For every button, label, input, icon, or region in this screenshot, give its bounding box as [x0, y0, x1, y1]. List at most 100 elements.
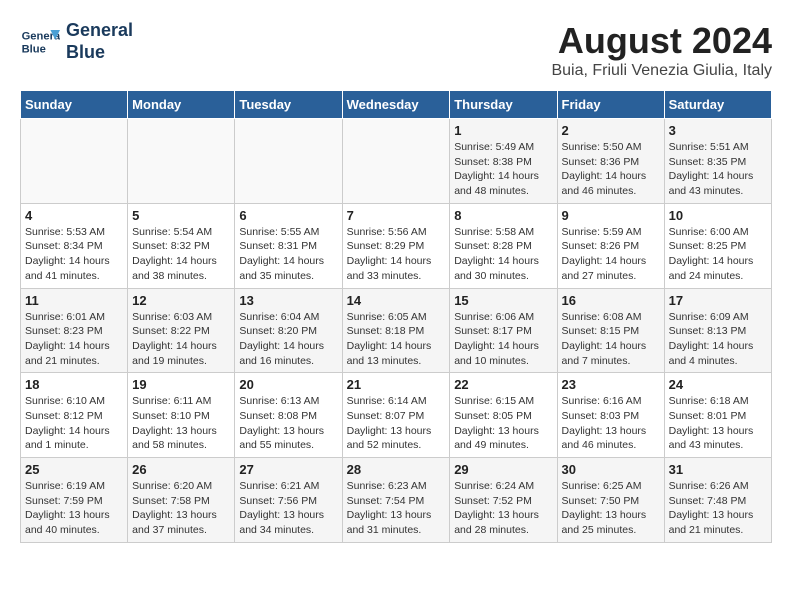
day-info: Sunrise: 6:19 AM Sunset: 7:59 PM Dayligh… [25, 479, 123, 538]
day-number: 8 [454, 208, 552, 223]
day-info: Sunrise: 6:04 AM Sunset: 8:20 PM Dayligh… [239, 310, 337, 369]
day-info: Sunrise: 6:23 AM Sunset: 7:54 PM Dayligh… [347, 479, 446, 538]
day-cell: 11Sunrise: 6:01 AM Sunset: 8:23 PM Dayli… [21, 288, 128, 373]
day-info: Sunrise: 6:00 AM Sunset: 8:25 PM Dayligh… [669, 225, 767, 284]
logo-text: GeneralBlue [66, 20, 133, 63]
day-cell: 7 Sunrise: 5:56 AM Sunset: 8:29 PM Daylig… [342, 203, 450, 288]
main-title: August 2024 [551, 20, 772, 62]
day-cell: 23Sunrise: 6:16 AM Sunset: 8:03 PM Dayli… [557, 373, 664, 458]
day-number: 20 [239, 377, 337, 392]
day-number: 19 [132, 377, 230, 392]
day-number: 7 [347, 208, 446, 223]
day-info: Sunrise: 6:11 AM Sunset: 8:10 PM Dayligh… [132, 394, 230, 453]
day-number: 26 [132, 462, 230, 477]
day-cell [21, 119, 128, 204]
day-cell: 25 Sunrise: 6:19 AM Sunset: 7:59 PM Dayli… [21, 458, 128, 543]
day-number: 17 [669, 293, 767, 308]
day-number: 30 [562, 462, 660, 477]
day-info: Sunrise: 6:09 AM Sunset: 8:13 PM Dayligh… [669, 310, 767, 369]
day-cell: 6 Sunrise: 5:55 AM Sunset: 8:31 PM Daylig… [235, 203, 342, 288]
day-info: Sunrise: 6:03 AM Sunset: 8:22 PM Dayligh… [132, 310, 230, 369]
day-cell [128, 119, 235, 204]
week-row-3: 11Sunrise: 6:01 AM Sunset: 8:23 PM Dayli… [21, 288, 772, 373]
day-cell: 4 Sunrise: 5:53 AM Sunset: 8:34 PM Daylig… [21, 203, 128, 288]
day-info: Sunrise: 5:49 AM Sunset: 8:38 PM Dayligh… [454, 140, 552, 199]
weekday-header-wednesday: Wednesday [342, 91, 450, 119]
day-number: 18 [25, 377, 123, 392]
day-info: Sunrise: 6:01 AM Sunset: 8:23 PM Dayligh… [25, 310, 123, 369]
day-number: 16 [562, 293, 660, 308]
day-cell: 21 Sunrise: 6:14 AM Sunset: 8:07 PM Dayli… [342, 373, 450, 458]
weekday-header-row: SundayMondayTuesdayWednesdayThursdayFrid… [21, 91, 772, 119]
day-info: Sunrise: 6:08 AM Sunset: 8:15 PM Dayligh… [562, 310, 660, 369]
logo: General Blue GeneralBlue [20, 20, 133, 63]
day-info: Sunrise: 5:56 AM Sunset: 8:29 PM Dayligh… [347, 225, 446, 284]
day-number: 29 [454, 462, 552, 477]
weekday-header-friday: Friday [557, 91, 664, 119]
day-cell: 8Sunrise: 5:58 AM Sunset: 8:28 PM Daylig… [450, 203, 557, 288]
day-cell: 9 Sunrise: 5:59 AM Sunset: 8:26 PM Daylig… [557, 203, 664, 288]
header: General Blue GeneralBlue August 2024 Bui… [20, 20, 772, 80]
day-info: Sunrise: 5:54 AM Sunset: 8:32 PM Dayligh… [132, 225, 230, 284]
day-number: 5 [132, 208, 230, 223]
weekday-header-saturday: Saturday [664, 91, 771, 119]
day-cell [342, 119, 450, 204]
day-info: Sunrise: 6:24 AM Sunset: 7:52 PM Dayligh… [454, 479, 552, 538]
day-info: Sunrise: 6:26 AM Sunset: 7:48 PM Dayligh… [669, 479, 767, 538]
weekday-header-tuesday: Tuesday [235, 91, 342, 119]
day-number: 6 [239, 208, 337, 223]
day-info: Sunrise: 5:59 AM Sunset: 8:26 PM Dayligh… [562, 225, 660, 284]
day-number: 23 [562, 377, 660, 392]
day-cell: 3 Sunrise: 5:51 AM Sunset: 8:35 PM Daylig… [664, 119, 771, 204]
day-number: 3 [669, 123, 767, 138]
day-cell: 20 Sunrise: 6:13 AM Sunset: 8:08 PM Dayli… [235, 373, 342, 458]
day-number: 22 [454, 377, 552, 392]
day-number: 9 [562, 208, 660, 223]
day-cell: 1 Sunrise: 5:49 AM Sunset: 8:38 PM Daylig… [450, 119, 557, 204]
week-row-5: 25 Sunrise: 6:19 AM Sunset: 7:59 PM Dayli… [21, 458, 772, 543]
day-info: Sunrise: 6:25 AM Sunset: 7:50 PM Dayligh… [562, 479, 660, 538]
day-number: 13 [239, 293, 337, 308]
day-cell: 26 Sunrise: 6:20 AM Sunset: 7:58 PM Dayli… [128, 458, 235, 543]
day-info: Sunrise: 6:15 AM Sunset: 8:05 PM Dayligh… [454, 394, 552, 453]
day-number: 1 [454, 123, 552, 138]
day-info: Sunrise: 5:53 AM Sunset: 8:34 PM Dayligh… [25, 225, 123, 284]
day-info: Sunrise: 5:51 AM Sunset: 8:35 PM Dayligh… [669, 140, 767, 199]
day-number: 28 [347, 462, 446, 477]
calendar: SundayMondayTuesdayWednesdayThursdayFrid… [20, 90, 772, 543]
day-cell: 15Sunrise: 6:06 AM Sunset: 8:17 PM Dayli… [450, 288, 557, 373]
day-number: 2 [562, 123, 660, 138]
day-number: 21 [347, 377, 446, 392]
subtitle: Buia, Friuli Venezia Giulia, Italy [551, 62, 772, 80]
day-number: 14 [347, 293, 446, 308]
day-info: Sunrise: 6:20 AM Sunset: 7:58 PM Dayligh… [132, 479, 230, 538]
day-cell: 12 Sunrise: 6:03 AM Sunset: 8:22 PM Dayli… [128, 288, 235, 373]
day-info: Sunrise: 6:06 AM Sunset: 8:17 PM Dayligh… [454, 310, 552, 369]
day-cell: 29 Sunrise: 6:24 AM Sunset: 7:52 PM Dayli… [450, 458, 557, 543]
day-number: 10 [669, 208, 767, 223]
day-cell: 30 Sunrise: 6:25 AM Sunset: 7:50 PM Dayli… [557, 458, 664, 543]
day-info: Sunrise: 6:10 AM Sunset: 8:12 PM Dayligh… [25, 394, 123, 453]
svg-text:Blue: Blue [22, 43, 46, 55]
weekday-header-thursday: Thursday [450, 91, 557, 119]
day-cell: 5 Sunrise: 5:54 AM Sunset: 8:32 PM Daylig… [128, 203, 235, 288]
day-cell: 28 Sunrise: 6:23 AM Sunset: 7:54 PM Dayli… [342, 458, 450, 543]
day-number: 25 [25, 462, 123, 477]
week-row-4: 18 Sunrise: 6:10 AM Sunset: 8:12 PM Dayli… [21, 373, 772, 458]
day-cell: 13 Sunrise: 6:04 AM Sunset: 8:20 PM Dayli… [235, 288, 342, 373]
day-info: Sunrise: 6:21 AM Sunset: 7:56 PM Dayligh… [239, 479, 337, 538]
day-number: 12 [132, 293, 230, 308]
day-cell: 18 Sunrise: 6:10 AM Sunset: 8:12 PM Dayli… [21, 373, 128, 458]
day-info: Sunrise: 5:55 AM Sunset: 8:31 PM Dayligh… [239, 225, 337, 284]
day-info: Sunrise: 6:14 AM Sunset: 8:07 PM Dayligh… [347, 394, 446, 453]
weekday-header-monday: Monday [128, 91, 235, 119]
logo-icon: General Blue [20, 22, 60, 62]
day-info: Sunrise: 6:13 AM Sunset: 8:08 PM Dayligh… [239, 394, 337, 453]
day-info: Sunrise: 6:18 AM Sunset: 8:01 PM Dayligh… [669, 394, 767, 453]
day-cell: 31 Sunrise: 6:26 AM Sunset: 7:48 PM Dayli… [664, 458, 771, 543]
day-number: 31 [669, 462, 767, 477]
week-row-1: 1 Sunrise: 5:49 AM Sunset: 8:38 PM Daylig… [21, 119, 772, 204]
week-row-2: 4 Sunrise: 5:53 AM Sunset: 8:34 PM Daylig… [21, 203, 772, 288]
day-number: 4 [25, 208, 123, 223]
day-cell: 16 Sunrise: 6:08 AM Sunset: 8:15 PM Dayli… [557, 288, 664, 373]
